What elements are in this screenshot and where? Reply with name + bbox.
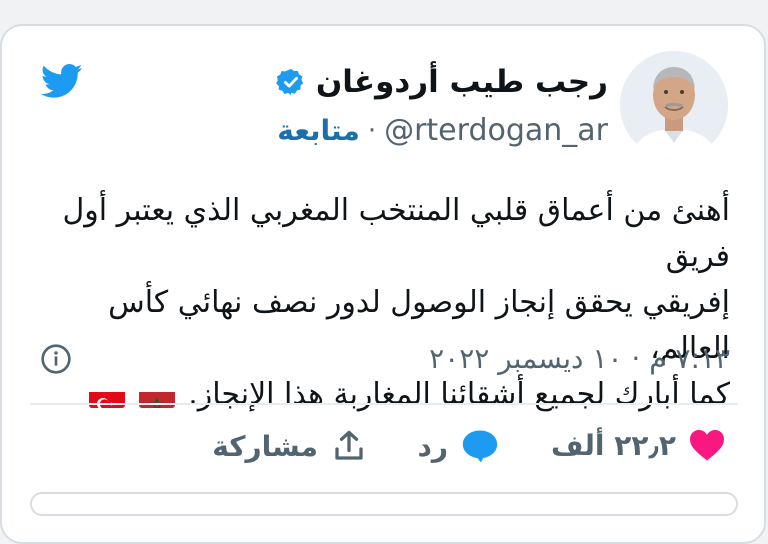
like-count: ٢٢٫٢ ألف [551, 428, 676, 462]
divider [30, 403, 738, 405]
author-name-row: رجب طيب أردوغان [275, 64, 608, 100]
handle-row: @rterdogan_ar · متابعة [277, 113, 608, 148]
tweet-actions: ٢٢٫٢ ألف رد مشاركة [0, 420, 768, 480]
share-action[interactable]: مشاركة [212, 428, 368, 464]
tweet-text-line-with-flags: كما أبارك لجميع أشقائنا المغاربة هذا الإ… [30, 372, 730, 418]
profile-photo [620, 51, 728, 159]
reply-label: رد [417, 429, 449, 463]
tweet-timestamp[interactable]: ٧:١٣ م · ١٠ ديسمبر ٢٠٢٢ [429, 342, 730, 375]
reply-bubble-icon[interactable] [460, 428, 500, 464]
tweet-text-line: أهنئ من أعماق قلبي المنتخب المغربي الذي … [62, 193, 731, 274]
heart-icon[interactable] [688, 428, 726, 462]
info-icon[interactable] [40, 343, 72, 375]
share-label: مشاركة [212, 429, 318, 463]
tweet-body: أهنئ من أعماق قلبي المنتخب المغربي الذي … [30, 188, 731, 418]
author-name[interactable]: رجب طيب أردوغان [316, 64, 608, 100]
share-icon[interactable] [330, 428, 368, 464]
verified-badge-icon [275, 68, 303, 96]
separator-dot: · [367, 115, 377, 146]
twitter-bird-icon[interactable] [36, 60, 88, 102]
tweet-text-line: كما أبارك لجميع أشقائنا المغاربة هذا الإ… [188, 377, 730, 412]
author-handle[interactable]: @rterdogan_ar [384, 113, 608, 148]
avatar[interactable] [620, 51, 728, 159]
next-card-edge [30, 492, 738, 516]
reply-action[interactable]: رد [418, 428, 501, 464]
follow-button[interactable]: متابعة [277, 114, 360, 147]
like-action[interactable]: ٢٢٫٢ ألف [551, 428, 726, 462]
